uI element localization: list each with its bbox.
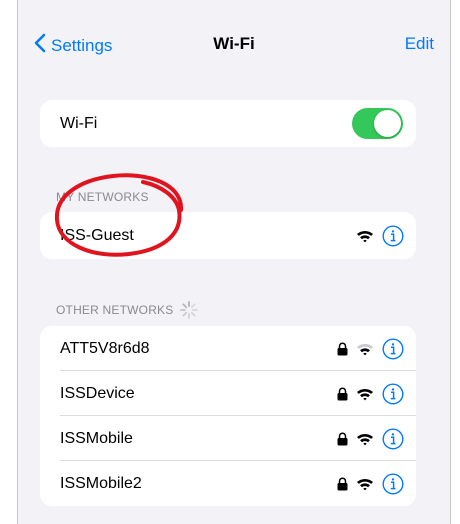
wifi-icon bbox=[356, 432, 374, 446]
network-name: ISS-Guest bbox=[60, 226, 134, 244]
network-name: ATT5V8r6d8 bbox=[60, 339, 150, 357]
network-row[interactable]: ATT5V8r6d8 bbox=[40, 326, 416, 371]
network-row[interactable]: ISSMobile2 bbox=[40, 461, 416, 506]
wifi-toggle-switch[interactable] bbox=[352, 108, 403, 139]
my-networks-header: MY NETWORKS bbox=[56, 190, 149, 204]
network-name: ISSMobile2 bbox=[60, 474, 142, 492]
network-name: ISSDevice bbox=[60, 384, 135, 402]
info-icon[interactable] bbox=[382, 427, 404, 450]
wifi-icon bbox=[356, 477, 374, 491]
wifi-settings-screen: Settings Wi-Fi Edit Wi-Fi MY NETWORKS IS… bbox=[17, 0, 451, 524]
info-icon[interactable] bbox=[382, 382, 404, 405]
edit-button[interactable]: Edit bbox=[405, 34, 434, 54]
info-icon[interactable] bbox=[382, 472, 404, 495]
info-icon[interactable] bbox=[382, 337, 404, 360]
network-row[interactable]: ISS-Guest bbox=[40, 212, 416, 259]
network-row[interactable]: ISSMobile bbox=[40, 416, 416, 461]
wifi-toggle-label: Wi-Fi bbox=[60, 114, 98, 132]
wifi-icon bbox=[356, 229, 374, 243]
wifi-toggle-row[interactable]: Wi-Fi bbox=[40, 100, 416, 147]
other-networks-header-label: OTHER NETWORKS bbox=[56, 303, 174, 317]
wifi-toggle-group: Wi-Fi bbox=[40, 100, 416, 147]
my-networks-group: ISS-Guest bbox=[40, 212, 416, 259]
lock-icon bbox=[337, 387, 348, 401]
navigation-bar: Settings Wi-Fi Edit bbox=[18, 0, 450, 90]
lock-icon bbox=[337, 342, 348, 356]
network-row[interactable]: ISSDevice bbox=[40, 371, 416, 416]
info-icon[interactable] bbox=[382, 224, 404, 247]
toggle-knob bbox=[374, 110, 401, 137]
lock-icon bbox=[337, 432, 348, 446]
wifi-icon bbox=[356, 387, 374, 401]
wifi-icon bbox=[356, 342, 374, 356]
spinner-icon bbox=[173, 300, 199, 320]
lock-icon bbox=[337, 477, 348, 491]
network-name: ISSMobile bbox=[60, 429, 133, 447]
other-networks-group: ATT5V8r6d8 ISSDevice ISSMobile ISSMobile… bbox=[40, 326, 416, 506]
my-networks-header-label: MY NETWORKS bbox=[56, 190, 149, 204]
page-title: Wi-Fi bbox=[213, 34, 255, 53]
other-networks-header: OTHER NETWORKS bbox=[56, 300, 199, 320]
